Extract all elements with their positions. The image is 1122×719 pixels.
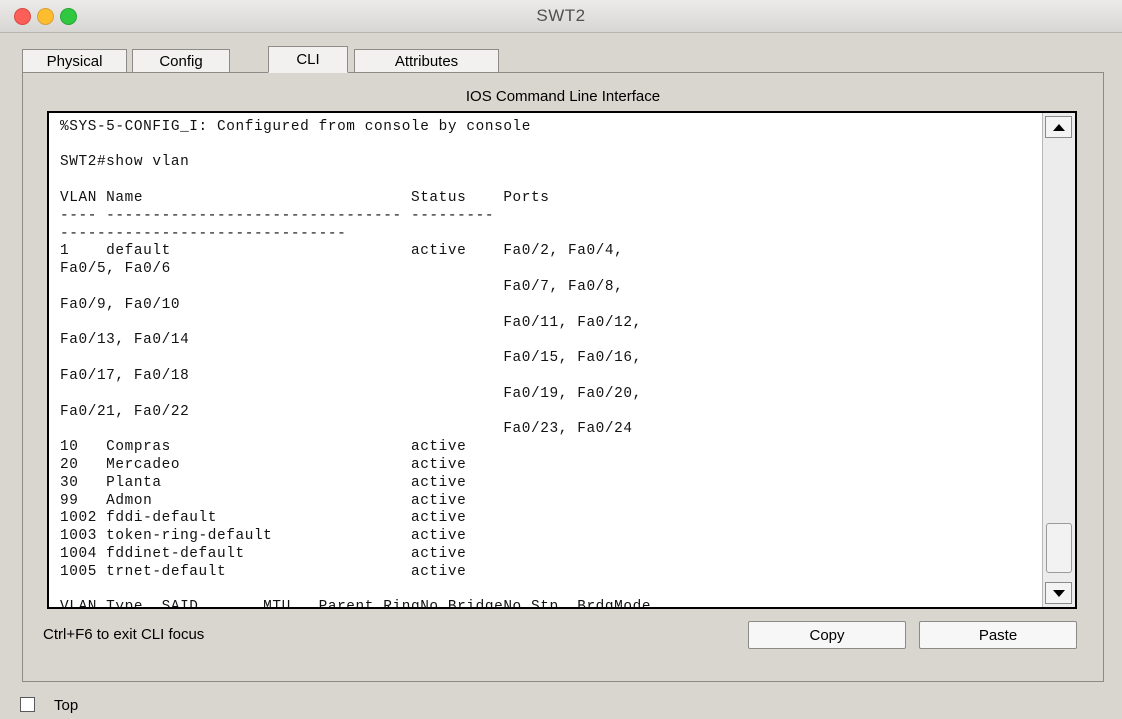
tab-config[interactable]: Config [132, 49, 230, 72]
cli-focus-hint: Ctrl+F6 to exit CLI focus [43, 626, 205, 643]
arrow-up-icon [1053, 124, 1065, 131]
top-checkbox[interactable] [20, 697, 35, 712]
cli-panel-title: IOS Command Line Interface [465, 88, 661, 105]
copy-button[interactable]: Copy [748, 621, 906, 649]
scroll-thumb[interactable] [1046, 523, 1072, 573]
tab-physical[interactable]: Physical [22, 49, 127, 72]
cli-panel: IOS Command Line Interface SWT2# %SYS-5-… [22, 72, 1104, 682]
paste-button[interactable]: Paste [919, 621, 1077, 649]
scroll-down-button[interactable] [1045, 582, 1072, 604]
tab-attributes[interactable]: Attributes [354, 49, 499, 72]
scroll-up-button[interactable] [1045, 116, 1072, 138]
arrow-down-icon [1053, 590, 1065, 597]
cli-terminal[interactable]: SWT2# %SYS-5-CONFIG_I: Configured from c… [47, 111, 1077, 609]
tab-cli[interactable]: CLI [268, 46, 348, 73]
top-checkbox-label: Top [54, 697, 79, 714]
window-title: SWT2 [536, 6, 586, 25]
terminal-scrollbar[interactable] [1042, 113, 1075, 607]
terminal-output[interactable]: SWT2# %SYS-5-CONFIG_I: Configured from c… [60, 113, 651, 607]
title-bar: SWT2 [0, 0, 1122, 33]
